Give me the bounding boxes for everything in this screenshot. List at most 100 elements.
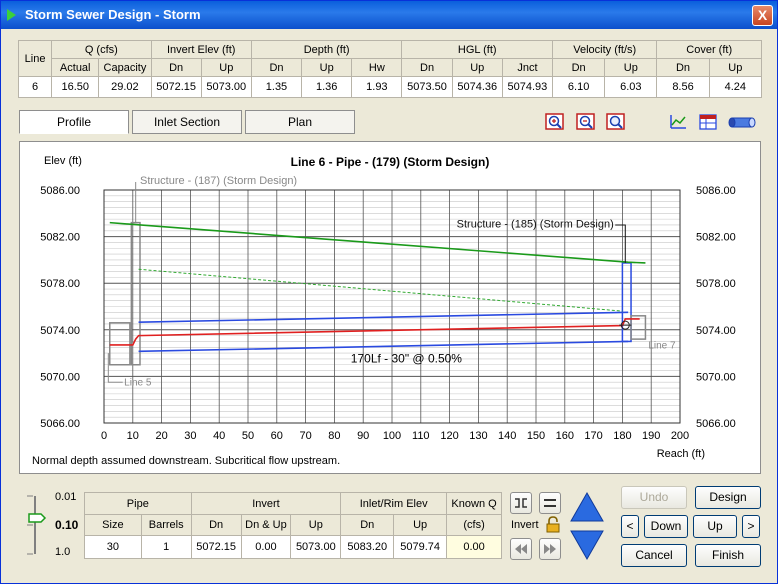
barrels-cell[interactable]: 1 (140, 535, 192, 559)
sub-header: Up (451, 58, 503, 77)
table-cell: 29.02 (98, 76, 152, 98)
move-down-arrow-icon[interactable] (569, 527, 605, 561)
annotation-structure-185: Structure - (185) (Storm Design) (457, 218, 614, 230)
x-tick-label: 70 (299, 430, 311, 442)
chart-options-icon[interactable] (668, 113, 688, 131)
tab-plan[interactable]: Plan (245, 110, 355, 134)
sub-header: Hw (351, 58, 403, 77)
table-row[interactable]: 6 16.50 29.02 5072.15 5073.00 1.35 1.36 … (17, 76, 763, 98)
next-line-button[interactable]: > (742, 515, 760, 538)
pipe-3d-icon[interactable] (727, 113, 757, 131)
invert-dn-up-cell[interactable]: 0.00 (240, 535, 292, 559)
up-button[interactable]: Up (693, 515, 737, 538)
table-cell: 6.03 (604, 76, 658, 98)
design-button[interactable]: Design (695, 486, 761, 509)
sub-header: Dn (340, 514, 395, 536)
sub-header: Dn (250, 58, 303, 77)
x-tick-label: 90 (357, 430, 369, 442)
sub-header: Up (290, 514, 342, 536)
pipe-edit-table: Pipe Invert Inlet/Rim Elev Known Q Size … (84, 492, 502, 559)
sub-header: Dn (552, 58, 606, 77)
prev-record-button[interactable] (510, 538, 532, 560)
data-table-icon[interactable] (698, 113, 718, 131)
structure-line-5 (109, 322, 131, 366)
zoom-window-icon[interactable] (606, 113, 626, 131)
cancel-button[interactable]: Cancel (621, 544, 687, 567)
profile-chart: Elev (ft) Line 6 - Pipe - (179) (Storm D… (32, 155, 736, 467)
previous-line-button[interactable]: < (621, 515, 639, 538)
known-q-cell[interactable]: 0.00 (446, 535, 502, 559)
sub-header: Dn (656, 58, 710, 77)
col-header-known-q: Known Q (446, 492, 502, 515)
col-header-cover: Cover (ft) (656, 40, 762, 59)
x-tick-label: 190 (642, 430, 660, 442)
x-tick-label: 160 (556, 430, 574, 442)
table-cell: 5073.50 (401, 76, 453, 98)
x-tick-label: 120 (440, 430, 458, 442)
series-pipe-invert (138, 340, 629, 353)
table-cell: 4.24 (708, 76, 763, 98)
lock-icon[interactable] (545, 516, 561, 533)
tab-inlet-section[interactable]: Inlet Section (132, 110, 242, 134)
app-icon (7, 9, 16, 21)
annotation-structure-187: Structure - (187) (Storm Design) (140, 175, 297, 187)
title-bar: Storm Sewer Design - Storm X (1, 1, 777, 29)
x-tick-label: 0 (101, 430, 107, 442)
undo-button[interactable]: Undo (621, 486, 687, 509)
plot-footer-note: Normal depth assumed downstream. Subcrit… (32, 455, 340, 467)
finish-button[interactable]: Finish (695, 544, 761, 567)
match-inverts-button[interactable] (510, 492, 532, 514)
zoom-out-icon[interactable] (576, 113, 596, 131)
chart-title: Line 6 - Pipe - (179) (Storm Design) (291, 155, 490, 169)
x-tick-label: 180 (613, 430, 631, 442)
invert-dn-cell[interactable]: 5072.15 (190, 535, 242, 559)
x-tick-label: 10 (127, 430, 139, 442)
series-hgl (109, 318, 640, 346)
tab-profile[interactable]: Profile (19, 110, 129, 134)
sub-header: (cfs) (446, 514, 502, 536)
down-button[interactable]: Down (644, 515, 688, 538)
y-axis-label: Elev (ft) (44, 155, 82, 167)
rim-dn-cell[interactable]: 5083.20 (340, 535, 395, 559)
sub-header: Up (393, 514, 448, 536)
x-tick-label: 170 (584, 430, 602, 442)
x-tick-label: 150 (527, 430, 545, 442)
x-tick-label: 80 (328, 430, 340, 442)
y-tick-label-left: 5078.00 (40, 278, 80, 290)
invert-up-cell[interactable]: 5073.00 (290, 535, 342, 559)
x-tick-label: 40 (213, 430, 225, 442)
y-tick-label-right: 5066.00 (696, 418, 736, 430)
table-row: 30 1 5072.15 0.00 5073.00 5083.20 5079.7… (84, 535, 502, 559)
y-tick-label-right: 5070.00 (696, 371, 736, 383)
table-cell: 5074.93 (501, 76, 554, 98)
sub-header: Up (708, 58, 763, 77)
sub-header: Dn (401, 58, 453, 77)
x-tick-label: 100 (383, 430, 401, 442)
x-tick-label: 130 (469, 430, 487, 442)
y-tick-label-left: 5066.00 (40, 418, 80, 430)
y-tick-label-left: 5082.00 (40, 232, 80, 244)
x-tick-label: 20 (155, 430, 167, 442)
rim-up-cell[interactable]: 5079.74 (393, 535, 448, 559)
col-header-rim: Inlet/Rim Elev (340, 492, 448, 515)
y-tick-label-right: 5074.00 (696, 325, 736, 337)
series-pipe-crown (138, 311, 629, 324)
x-tick-label: 140 (498, 430, 516, 442)
sub-header: Up (604, 58, 658, 77)
pipe-size-cell[interactable]: 30 (84, 535, 142, 559)
slider-thumb[interactable] (28, 513, 47, 523)
next-record-button[interactable] (539, 538, 561, 560)
invert-label: Invert (511, 519, 539, 531)
table-cell: 6 (17, 76, 53, 98)
x-tick-label: 200 (671, 430, 689, 442)
close-button[interactable]: X (752, 5, 773, 26)
move-up-arrow-icon[interactable] (569, 491, 605, 525)
align-crowns-button[interactable] (539, 492, 561, 514)
scale-label: 0.01 (55, 491, 77, 503)
col-header-invert: Invert (190, 492, 342, 515)
table-cell: 5072.15 (150, 76, 202, 98)
sub-header: Actual (51, 58, 100, 77)
zoom-in-icon[interactable] (545, 113, 565, 131)
vertical-scale-slider[interactable]: 0.01 0.10 1.0 (21, 490, 81, 560)
sub-header: Barrels (140, 514, 192, 536)
